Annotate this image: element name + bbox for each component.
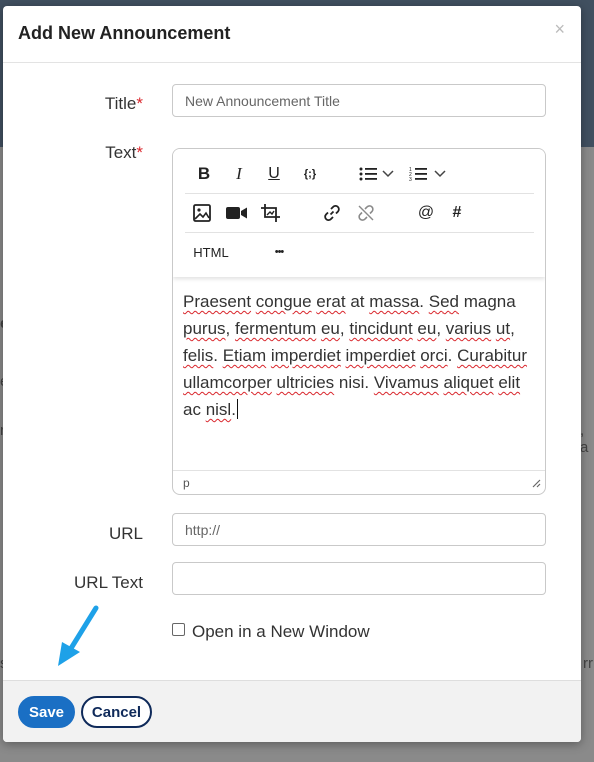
misspelled-word: ullamcorper: [183, 373, 272, 392]
misspelled-word: tincidunt: [349, 319, 413, 338]
title-field-label: Title*: [3, 94, 143, 114]
misspelled-word: eu: [417, 319, 437, 338]
misspelled-word: Curabitur: [457, 346, 527, 365]
text-run: ,: [225, 319, 235, 338]
numbered-list-icon[interactable]: 123: [407, 162, 429, 186]
rich-text-editor: B I U {;} 123 @ # HTML ••• Praesent cong…: [172, 148, 546, 495]
annotation-arrow-icon: [58, 605, 99, 666]
text-cursor: [236, 399, 238, 419]
dialog-title: Add New Announcement: [18, 23, 231, 43]
svg-text:3: 3: [409, 177, 412, 182]
misspelled-word: varius: [445, 319, 492, 338]
more-options-button[interactable]: •••: [267, 240, 291, 264]
element-path: p: [183, 476, 190, 490]
dialog-header: Add New Announcement ×: [3, 6, 581, 63]
text-run: .: [231, 400, 236, 419]
bullet-list-icon[interactable]: [357, 162, 379, 186]
crop-image-icon[interactable]: [259, 201, 283, 225]
editor-toolbar: B I U {;} 123 @ # HTML •••: [173, 149, 545, 277]
text-run: nisi.: [334, 373, 374, 392]
save-button[interactable]: Save: [18, 696, 75, 728]
misspelled-word: Vivamus: [373, 373, 439, 392]
toolbar-row: HTML •••: [185, 233, 534, 272]
link-icon[interactable]: [321, 201, 343, 225]
resize-handle-icon[interactable]: [531, 477, 541, 491]
misspelled-word: Sed: [428, 292, 459, 311]
toolbar-row: @ #: [185, 194, 534, 233]
required-marker: *: [136, 94, 143, 113]
bold-button[interactable]: B: [193, 162, 215, 186]
text-run: ,: [339, 319, 350, 338]
misspelled-word: erat: [316, 292, 346, 311]
misspelled-word: elit: [498, 373, 521, 392]
text-label-text: Text: [105, 143, 137, 162]
text-run: ,: [510, 319, 515, 338]
misspelled-word: fermentum: [234, 319, 317, 338]
required-marker: *: [136, 143, 143, 162]
misspelled-word: ultricies: [276, 373, 335, 392]
misspelled-word: imperdiet: [345, 346, 416, 365]
dialog-footer: Save Cancel: [3, 680, 581, 742]
url-text-input[interactable]: [172, 562, 546, 595]
insert-video-icon[interactable]: [225, 201, 249, 225]
open-new-window-option[interactable]: Open in a New Window: [172, 622, 370, 642]
text-field-label: Text*: [3, 143, 143, 163]
background-text-fragment: , a: [580, 422, 589, 456]
text-run: at: [345, 292, 370, 311]
text-run: .: [447, 346, 458, 365]
misspelled-word: Praesent: [183, 292, 252, 311]
unlink-icon[interactable]: [355, 201, 377, 225]
hashtag-button[interactable]: #: [447, 201, 467, 225]
editor-content-area[interactable]: Praesent congue erat at massa. Sed magna…: [183, 288, 535, 423]
misspelled-word: eu: [320, 319, 340, 338]
italic-button[interactable]: I: [229, 162, 249, 186]
url-input[interactable]: [172, 513, 546, 546]
text-run: .: [419, 292, 429, 311]
misspelled-word: purus: [183, 319, 226, 338]
title-label-text: Title: [104, 94, 137, 113]
chevron-down-icon[interactable]: [381, 162, 395, 186]
open-new-window-label: Open in a New Window: [192, 622, 370, 641]
misspelled-word: felis: [183, 346, 214, 365]
background-text-fragment: rr: [583, 655, 593, 672]
cancel-button[interactable]: Cancel: [81, 696, 152, 728]
misspelled-word: congue: [255, 292, 312, 311]
html-source-button[interactable]: HTML: [191, 240, 231, 264]
toolbar-row: B I U {;} 123: [185, 155, 534, 194]
title-input[interactable]: [172, 84, 546, 117]
misspelled-word: ut: [495, 319, 511, 338]
misspelled-word: nisl: [205, 400, 232, 419]
text-run: ,: [436, 319, 446, 338]
close-icon[interactable]: ×: [554, 20, 565, 38]
url-field-label: URL: [108, 524, 143, 543]
text-run: ac: [183, 400, 206, 419]
editor-status-bar: p: [173, 470, 545, 494]
text-run: magna: [459, 292, 516, 311]
misspelled-word: orci: [420, 346, 448, 365]
open-new-window-checkbox[interactable]: [172, 622, 185, 636]
url-text-field-label: URL Text: [74, 573, 143, 592]
code-button[interactable]: {;}: [297, 162, 323, 186]
misspelled-word: imperdiet: [270, 346, 341, 365]
misspelled-word: aliquet: [443, 373, 494, 392]
misspelled-word: massa: [369, 292, 420, 311]
text-run: .: [213, 346, 223, 365]
chevron-down-icon[interactable]: [433, 162, 447, 186]
misspelled-word: Etiam: [222, 346, 267, 365]
underline-button[interactable]: U: [263, 162, 285, 186]
mention-button[interactable]: @: [415, 201, 437, 225]
insert-image-icon[interactable]: [191, 201, 213, 225]
